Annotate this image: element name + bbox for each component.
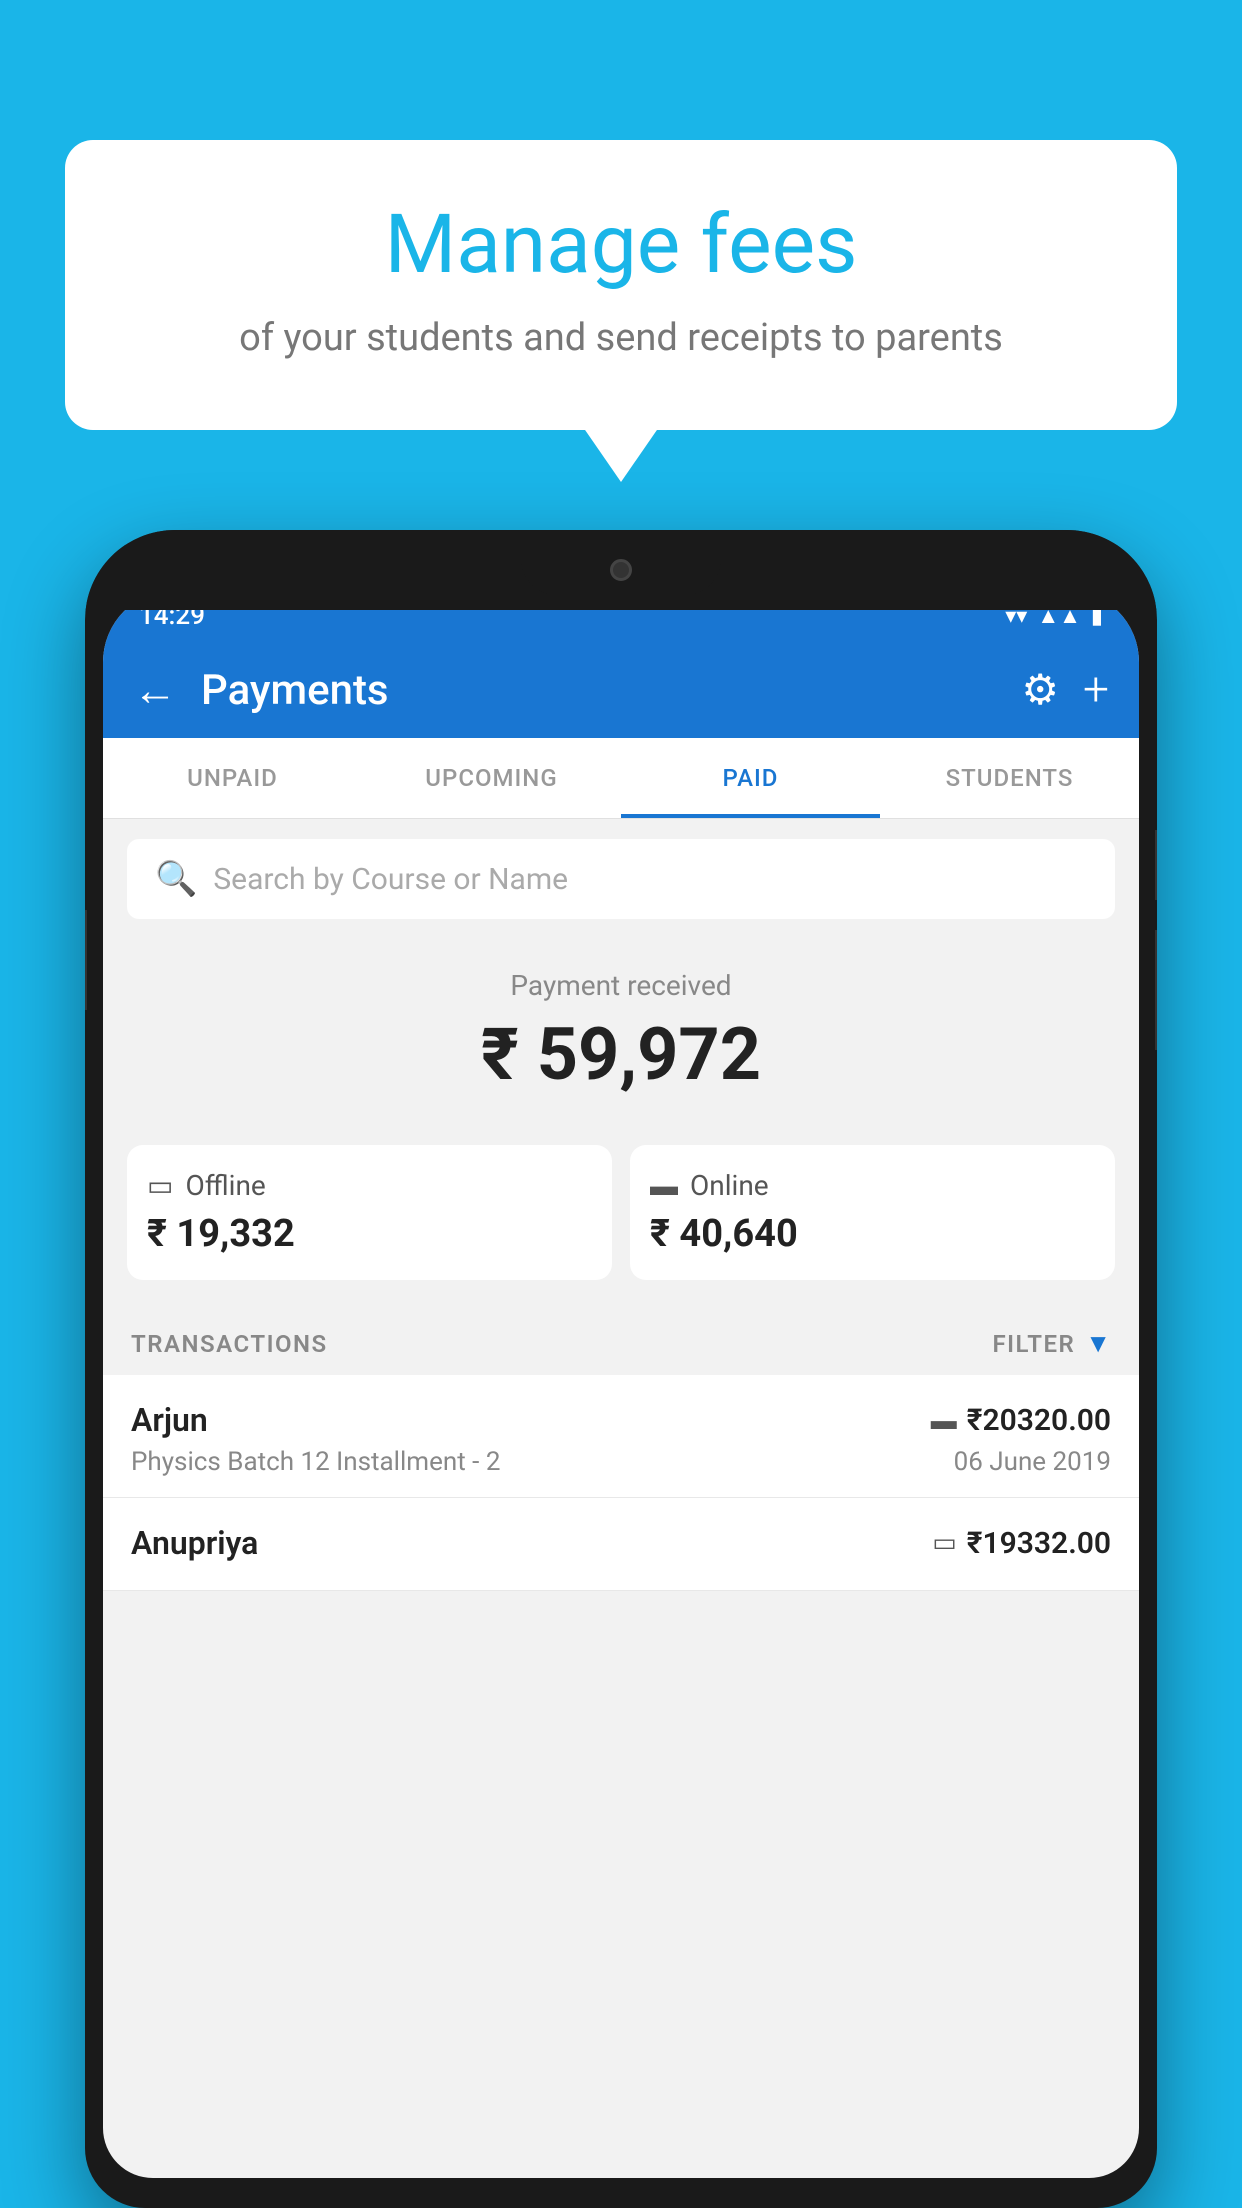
payment-summary: Payment received ₹ 59,972 <box>103 939 1139 1145</box>
transactions-label: TRANSACTIONS <box>131 1330 328 1358</box>
transaction-top-row-2: Anupriya ▭ ₹19332.00 <box>131 1524 1111 1562</box>
transaction-list: Arjun ▬ ₹20320.00 Physics Batch 12 Insta… <box>103 1375 1139 1591</box>
search-bar[interactable]: 🔍 Search by Course or Name <box>127 839 1115 919</box>
online-icon: ▬ <box>650 1169 678 1202</box>
tab-paid[interactable]: PAID <box>621 738 880 818</box>
online-card-top: ▬ Online <box>650 1169 769 1202</box>
phone-device: 14:29 ▾▾ ▲▲ ▮ ← Payments ⚙ + UNPAID UPCO… <box>85 530 1157 2208</box>
transaction-top-row: Arjun ▬ ₹20320.00 <box>131 1401 1111 1439</box>
app-header: ← Payments ⚙ + <box>103 642 1139 738</box>
notch <box>521 545 721 595</box>
transaction-amount: ₹20320.00 <box>967 1403 1111 1438</box>
card-payment-icon: ▬ <box>931 1405 957 1436</box>
phone-screen: 14:29 ▾▾ ▲▲ ▮ ← Payments ⚙ + UNPAID UPCO… <box>103 590 1139 2178</box>
transaction-amount-2: ₹19332.00 <box>967 1526 1111 1561</box>
transaction-name-2: Anupriya <box>131 1524 258 1562</box>
table-row[interactable]: Anupriya ▭ ₹19332.00 <box>103 1498 1139 1591</box>
offline-card-top: ▭ Offline <box>147 1169 266 1202</box>
payment-amount: ₹ 59,972 <box>127 1012 1115 1097</box>
offline-amount: ₹ 19,332 <box>147 1212 295 1256</box>
offline-label: Offline <box>185 1169 265 1202</box>
table-row[interactable]: Arjun ▬ ₹20320.00 Physics Batch 12 Insta… <box>103 1375 1139 1498</box>
search-input[interactable]: Search by Course or Name <box>213 862 568 897</box>
tabs-container: UNPAID UPCOMING PAID STUDENTS <box>103 738 1139 819</box>
search-icon: 🔍 <box>155 859 197 899</box>
transaction-date: 06 June 2019 <box>954 1447 1111 1477</box>
camera <box>610 559 632 581</box>
transaction-amount-wrap-2: ▭ ₹19332.00 <box>932 1526 1111 1561</box>
power-button-bottom <box>1155 930 1157 1050</box>
volume-button <box>85 910 87 1010</box>
transaction-bottom-row: Physics Batch 12 Installment - 2 06 June… <box>131 1447 1111 1477</box>
transaction-name: Arjun <box>131 1401 208 1439</box>
transaction-course: Physics Batch 12 Installment - 2 <box>131 1447 500 1477</box>
filter-section[interactable]: FILTER ▼ <box>992 1328 1111 1359</box>
settings-icon[interactable]: ⚙ <box>1021 665 1059 715</box>
page-title: Payments <box>201 666 997 715</box>
online-amount: ₹ 40,640 <box>650 1212 798 1256</box>
online-label: Online <box>690 1169 769 1202</box>
filter-icon: ▼ <box>1085 1328 1111 1359</box>
speech-bubble: Manage fees of your students and send re… <box>65 140 1177 430</box>
payment-cards: ▭ Offline ₹ 19,332 ▬ Online ₹ 40,640 <box>103 1145 1139 1304</box>
cash-payment-icon: ▭ <box>932 1528 957 1558</box>
search-container: 🔍 Search by Course or Name <box>103 819 1139 939</box>
back-button[interactable]: ← <box>133 664 177 716</box>
tab-students[interactable]: STUDENTS <box>880 738 1139 818</box>
online-payment-card: ▬ Online ₹ 40,640 <box>630 1145 1115 1280</box>
filter-label: FILTER <box>992 1330 1075 1358</box>
transactions-header: TRANSACTIONS FILTER ▼ <box>103 1304 1139 1375</box>
bubble-subtitle: of your students and send receipts to pa… <box>135 312 1107 365</box>
tab-upcoming[interactable]: UPCOMING <box>362 738 621 818</box>
offline-icon: ▭ <box>147 1169 173 1202</box>
offline-payment-card: ▭ Offline ₹ 19,332 <box>127 1145 612 1280</box>
transaction-amount-wrap: ▬ ₹20320.00 <box>931 1403 1111 1438</box>
add-button[interactable]: + <box>1083 663 1109 717</box>
power-button-top <box>1155 830 1157 900</box>
tab-unpaid[interactable]: UNPAID <box>103 738 362 818</box>
bubble-title: Manage fees <box>135 200 1107 290</box>
notch-area <box>85 530 1157 610</box>
payment-received-label: Payment received <box>127 969 1115 1002</box>
